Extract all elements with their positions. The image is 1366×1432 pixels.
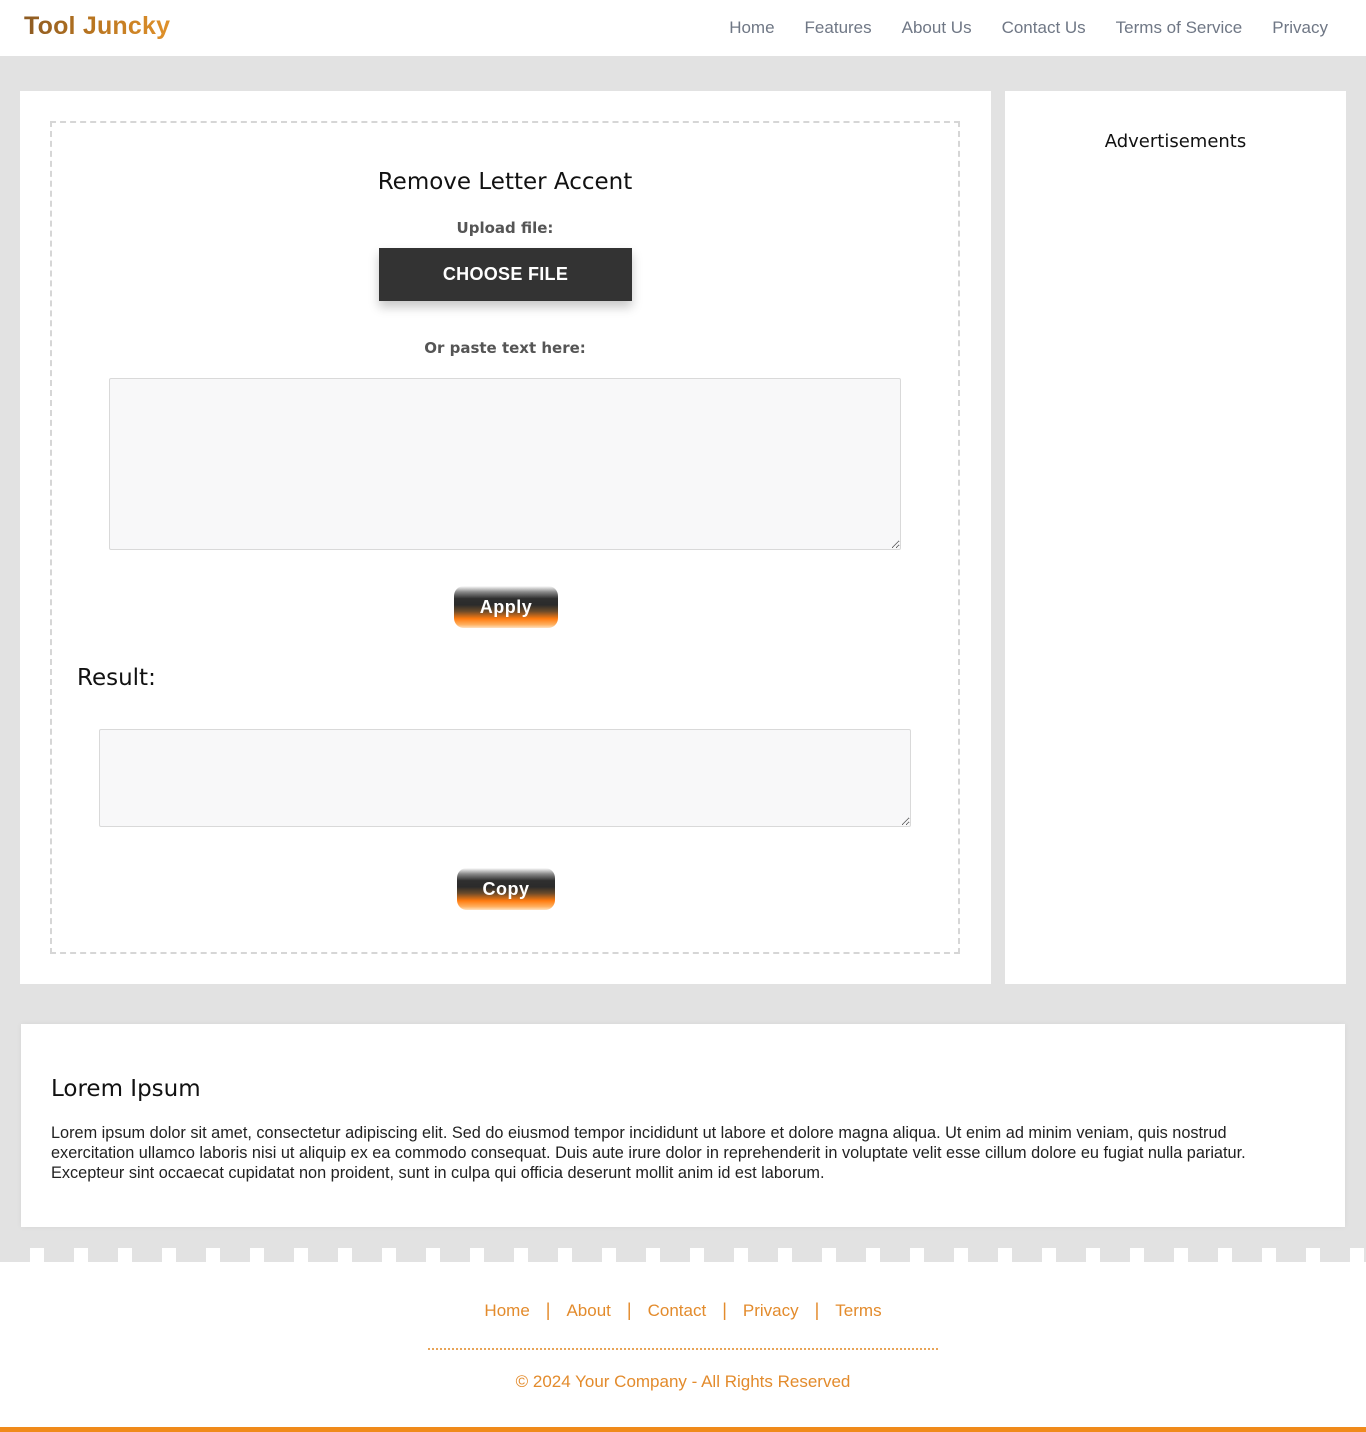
footer-separator: |: [545, 1300, 551, 1320]
result-heading: Result:: [77, 665, 156, 691]
footer-separator: |: [814, 1300, 820, 1320]
tool-card: Remove Letter Accent Upload file: CHOOSE…: [20, 91, 991, 984]
nav-about-link[interactable]: About Us: [902, 18, 972, 38]
footer-terms-link[interactable]: Terms: [835, 1301, 881, 1321]
ads-heading: Advertisements: [1104, 131, 1247, 152]
tool-title: Remove Letter Accent: [377, 169, 633, 195]
main-nav: Home Features About Us Contact Us Terms …: [729, 18, 1328, 38]
info-section: Lorem Ipsum Lorem ipsum dolor sit amet, …: [21, 1024, 1345, 1227]
top-navbar: Tool Juncky Home Features About Us Conta…: [0, 0, 1366, 56]
upload-file-label: Upload file:: [456, 219, 554, 237]
nav-contact-link[interactable]: Contact Us: [1002, 18, 1086, 38]
ads-sidebar: Advertisements: [1005, 91, 1346, 984]
info-paragraph: Lorem ipsum dolor sit amet, consectetur …: [51, 1124, 1246, 1182]
footer-separator: |: [626, 1300, 632, 1320]
copy-button[interactable]: Copy: [457, 868, 555, 910]
nav-terms-link[interactable]: Terms of Service: [1116, 18, 1243, 38]
copyright-text: © 2024 Your Company - All Rights Reserve…: [515, 1372, 851, 1391]
footer-privacy-link[interactable]: Privacy: [743, 1301, 799, 1321]
paste-text-label: Or paste text here:: [424, 339, 586, 357]
footer-links: Home | About | Contact | Privacy | Terms: [0, 1300, 1366, 1321]
apply-button[interactable]: Apply: [454, 586, 558, 628]
footer-contact-link[interactable]: Contact: [648, 1301, 707, 1321]
tool-dashed-container: Remove Letter Accent Upload file: CHOOSE…: [50, 121, 960, 954]
input-textarea[interactable]: [109, 378, 901, 550]
nav-privacy-link[interactable]: Privacy: [1272, 18, 1328, 38]
footer-home-link[interactable]: Home: [484, 1301, 529, 1321]
brand-logo[interactable]: Tool Juncky: [24, 12, 170, 41]
nav-home-link[interactable]: Home: [729, 18, 774, 38]
bottom-accent-bar: [0, 1427, 1366, 1432]
footer: Home | About | Contact | Privacy | Terms…: [0, 1262, 1366, 1432]
footer-dotted-divider: [428, 1348, 938, 1350]
footer-about-link[interactable]: About: [566, 1301, 610, 1321]
result-textarea[interactable]: [99, 729, 911, 827]
choose-file-button[interactable]: CHOOSE FILE: [379, 248, 632, 301]
info-heading: Lorem Ipsum: [51, 1076, 201, 1102]
footer-separator: |: [722, 1300, 727, 1320]
nav-features-link[interactable]: Features: [805, 18, 872, 38]
